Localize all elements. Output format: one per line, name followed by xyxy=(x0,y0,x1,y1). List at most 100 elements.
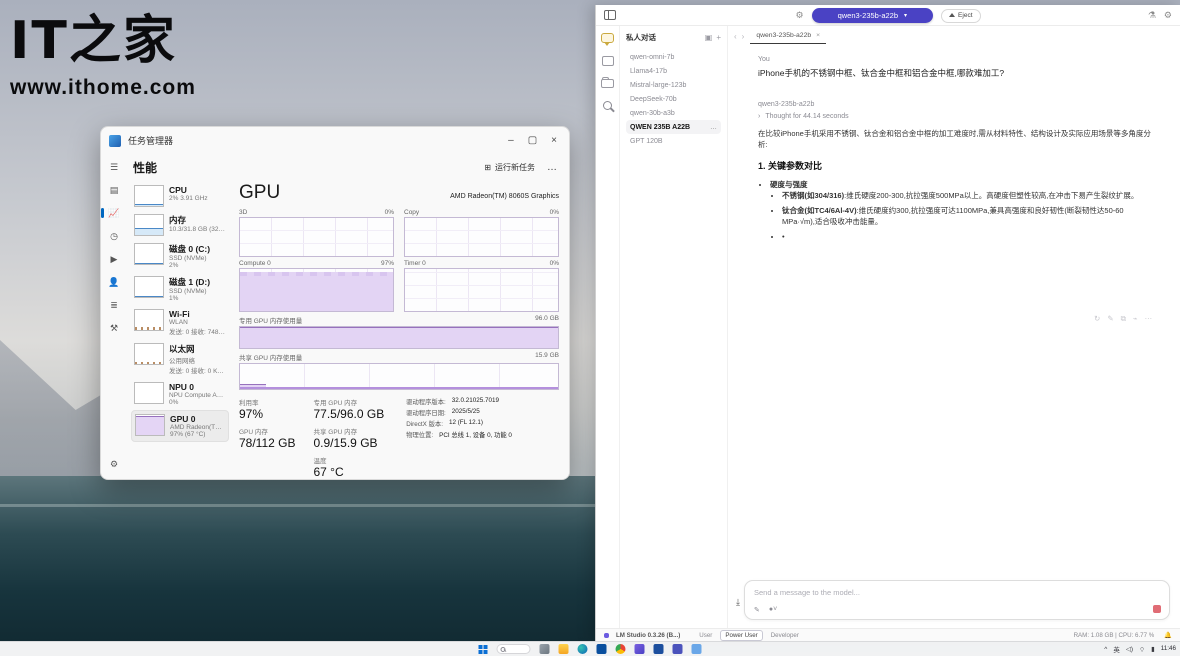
download-icon[interactable]: ⤓ xyxy=(736,597,740,608)
outlook-icon[interactable] xyxy=(597,644,607,654)
processes-icon[interactable]: ▤ xyxy=(106,183,122,197)
chart-3d xyxy=(239,217,394,257)
chat-tab[interactable]: qwen3-235b-a22b × xyxy=(750,29,826,44)
more-options-icon[interactable]: … xyxy=(547,162,557,173)
lm-studio-statusbar: LM Studio 0.3.26 (B...) User Power User … xyxy=(596,628,1180,641)
loaded-model-pill[interactable]: qwen3-235b-a22b ▾ xyxy=(812,8,933,23)
thought-toggle[interactable]: › Thought for 44.14 seconds xyxy=(758,113,1154,120)
attach-icon[interactable]: ✎ xyxy=(754,606,760,614)
sidebar-item-gpu[interactable]: GPU 0 AMD Radeon(TM) 80... 97% (67 °C) xyxy=(131,410,229,442)
close-icon[interactable]: × xyxy=(551,135,557,146)
details-icon[interactable]: ≣ xyxy=(106,298,122,312)
message-input-placeholder: Send a message to the model... xyxy=(754,588,1160,597)
notifications-bell-icon[interactable]: 🔔 xyxy=(1164,631,1172,639)
nav-back-icon[interactable]: ‹ xyxy=(734,32,737,41)
discover-search-icon[interactable] xyxy=(603,101,612,110)
services-icon[interactable]: ⚒ xyxy=(106,321,122,335)
word-icon[interactable] xyxy=(654,644,664,654)
chat-list-item[interactable]: DeepSeek-70b xyxy=(626,92,721,106)
new-folder-icon[interactable]: ▣ xyxy=(705,33,713,42)
chat-list-item[interactable]: Llama4-17b xyxy=(626,64,721,78)
lm-studio-logo-dot xyxy=(604,633,609,638)
sidebar-item-disk1[interactable]: 磁盘 1 (D:) SSD (NVMe) 1% xyxy=(131,273,229,305)
stop-generating-button[interactable] xyxy=(1153,605,1161,613)
chart-compute0-label: Compute 0 xyxy=(239,260,271,267)
battery-icon[interactable]: ▮ xyxy=(1151,645,1155,653)
store-icon[interactable] xyxy=(692,644,702,654)
mode-user[interactable]: User xyxy=(695,631,716,640)
maximize-icon[interactable]: ▢ xyxy=(528,135,537,146)
run-new-task-button[interactable]: ⊞ 运行新任务 xyxy=(484,162,535,173)
mode-power-user[interactable]: Power User xyxy=(720,630,762,641)
chat-list-item[interactable]: Mistral-large-123b xyxy=(626,78,721,92)
lm-studio-nav-rail xyxy=(596,26,620,628)
chart-copy-value: 0% xyxy=(550,209,559,216)
taskbar-clock[interactable]: 11:46 xyxy=(1161,646,1176,653)
menu-icon[interactable]: ☰ xyxy=(106,160,122,174)
startup-apps-icon[interactable]: ▶ xyxy=(106,252,122,266)
tab-close-icon[interactable]: × xyxy=(816,32,820,39)
developer-tab-icon[interactable] xyxy=(602,56,614,66)
message-input[interactable]: Send a message to the model... ✎ ●˅ xyxy=(744,580,1170,620)
eject-model-button[interactable]: Eject xyxy=(941,9,980,23)
sidebar-item-memory[interactable]: 内存 10.3/31.8 GB (32%) xyxy=(131,211,229,239)
copy-icon[interactable]: ⧉ xyxy=(1121,314,1126,324)
network-icon[interactable]: ⌔ xyxy=(1139,645,1145,654)
app-version-label: LM Studio 0.3.26 (B...) xyxy=(616,632,680,639)
settings-gear-icon[interactable]: ⚙ xyxy=(101,457,127,471)
regenerate-icon[interactable]: ↻ xyxy=(1094,314,1100,324)
performance-icon[interactable]: 📈 xyxy=(106,206,122,220)
chrome-icon[interactable] xyxy=(616,644,626,654)
experiment-flask-icon[interactable]: ⚗ xyxy=(1148,10,1156,21)
chart-copy xyxy=(404,217,559,257)
lm-studio-topbar: ⚙ qwen3-235b-a22b ▾ Eject ⚗ ⚙ xyxy=(596,5,1180,26)
desktop: IT之家 www.ithome.com 任务管理器 – ▢ × ☰ ▤ 📈 ◷ … xyxy=(0,0,1180,656)
taskbar-search[interactable] xyxy=(497,644,531,654)
my-models-folder-icon[interactable] xyxy=(601,79,614,88)
sidebar-item-wifi[interactable]: Wi-Fi WLAN 发送: 0 接收: 748 Kbps xyxy=(131,306,229,339)
ithome-logo: IT之家 xyxy=(10,8,196,76)
bullet-hardness: 硬度与强度 不锈钢(如304/316):维氏硬度200-300,抗拉强度500M… xyxy=(770,179,1154,243)
edit-icon[interactable]: ✎ xyxy=(1107,314,1113,324)
chat-list-item[interactable]: qwen-omni-7b xyxy=(626,50,721,64)
tray-chevron-up-icon[interactable]: ^ xyxy=(1104,646,1107,653)
mode-developer[interactable]: Developer xyxy=(767,631,803,640)
language-indicator[interactable]: 英 xyxy=(1113,644,1120,654)
chat-list-item[interactable]: qwen-30b-a3b xyxy=(626,106,721,120)
chats-panel-header: 私人对话 xyxy=(626,32,701,43)
nav-forward-icon[interactable]: › xyxy=(742,32,745,41)
model-settings-gear-icon[interactable]: ⚙ xyxy=(795,10,803,21)
teams-icon[interactable] xyxy=(673,644,683,654)
start-button[interactable] xyxy=(479,645,488,654)
chat-list-item[interactable]: GPT 120B xyxy=(626,134,721,148)
message-more-icon[interactable]: ⋯ xyxy=(1145,314,1153,324)
gpu-sparkline xyxy=(135,414,165,436)
app-settings-gear-icon[interactable]: ⚙ xyxy=(1164,10,1172,21)
sidebar-item-cpu[interactable]: CPU 2% 3.91 GHz xyxy=(131,182,229,210)
volume-icon[interactable]: ◁) xyxy=(1126,645,1133,653)
lm-studio-taskbar-icon[interactable] xyxy=(635,644,645,654)
eject-icon xyxy=(949,13,955,17)
app-history-icon[interactable]: ◷ xyxy=(106,229,122,243)
sidebar-item-npu[interactable]: NPU 0 NPU Compute Accel... 0% xyxy=(131,379,229,409)
chart-timer0-label: Timer 0 xyxy=(404,260,426,267)
new-chat-plus-icon[interactable]: + xyxy=(716,33,721,42)
branch-icon[interactable]: ⌁ xyxy=(1133,314,1138,324)
edge-browser-icon[interactable] xyxy=(578,644,588,654)
chart-3d-label: 3D xyxy=(239,209,247,216)
mic-icon[interactable]: ●˅ xyxy=(769,606,777,614)
messages-scroll-area[interactable]: You iPhone手机的不锈钢中框、钛合金中框和铝合金中框,哪款难加工? qw… xyxy=(728,46,1180,574)
sidebar-toggle-icon[interactable] xyxy=(604,10,616,20)
users-icon[interactable]: 👤 xyxy=(106,275,122,289)
dedicated-memory-label: 专用 GPU 内存 xyxy=(313,397,384,407)
task-manager-titlebar[interactable]: 任务管理器 – ▢ × xyxy=(101,127,569,154)
file-explorer-icon[interactable] xyxy=(559,644,569,654)
task-view-icon[interactable] xyxy=(540,644,550,654)
sidebar-item-disk0[interactable]: 磁盘 0 (C:) SSD (NVMe) 2% xyxy=(131,240,229,272)
directx-version-label: DirectX 版本: xyxy=(406,419,443,428)
minimize-icon[interactable]: – xyxy=(508,135,514,146)
chat-tab-icon[interactable] xyxy=(601,33,614,43)
chat-list-item-selected[interactable]: QWEN 235B A22B … xyxy=(626,120,721,134)
sidebar-item-ethernet[interactable]: 以太网 公用网络 发送: 0 接收: 0 Kbps xyxy=(131,340,229,378)
chat-item-more-icon[interactable]: … xyxy=(710,124,717,131)
